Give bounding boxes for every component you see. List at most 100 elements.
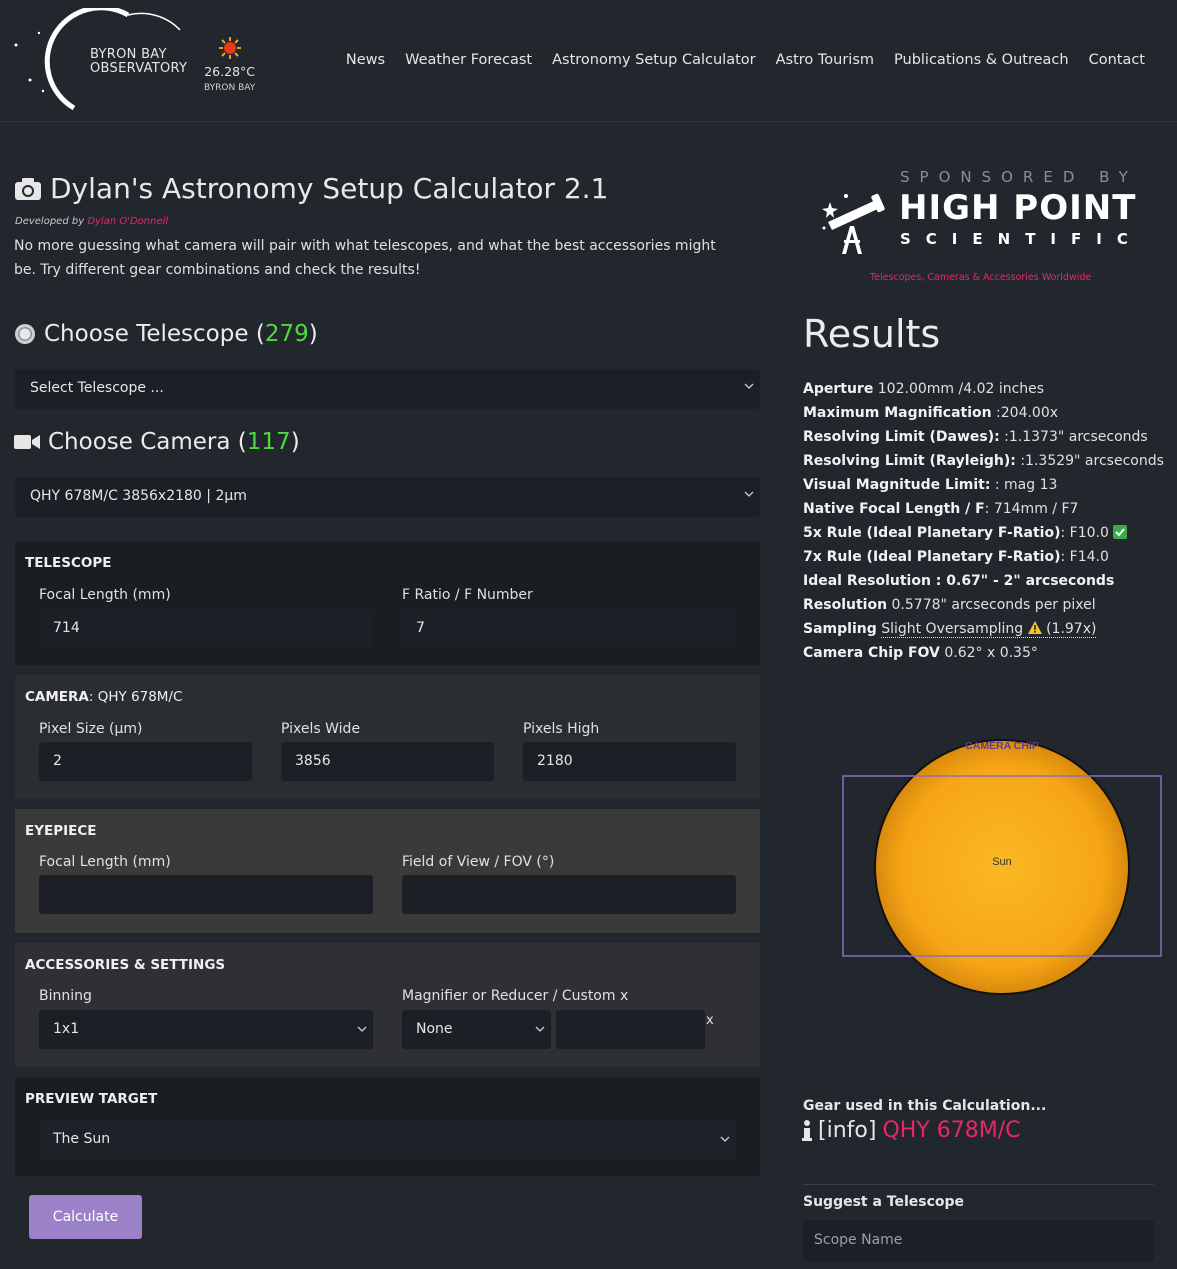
results-list: Aperture 102.00mm /4.02 inches Maximum M… (803, 377, 1164, 665)
site-header: BYRON BAY OBSERVATORY 26.28°C BYRON BAY … (0, 0, 1177, 122)
camera-paren-open: ( (237, 429, 247, 455)
binning-select[interactable]: 1x1 (39, 1010, 373, 1049)
binning-label: Binning (39, 988, 92, 1004)
telescope-select[interactable]: Select Telescope ... (15, 369, 760, 409)
developed-by-label: Developed by (15, 216, 85, 227)
telescope-panel-heading: TELESCOPE (25, 555, 112, 571)
choose-telescope-heading: Choose Telescope (279) (14, 321, 318, 347)
chevron-down-icon (357, 1026, 367, 1032)
result-ideal-resolution: Ideal Resolution : 0.67" - 2" arcseconds (803, 569, 1164, 593)
choose-camera-label: Choose Camera (117) (48, 429, 300, 455)
pixel-size-label: Pixel Size (µm) (39, 721, 143, 737)
eyepiece-fov-input[interactable] (402, 875, 736, 914)
camera-select-value: QHY 678M/C 3856x2180 | 2µm (30, 488, 247, 504)
result-value: : F14.0 (1060, 549, 1109, 565)
calculate-button[interactable]: Calculate (29, 1195, 142, 1239)
result-label: Resolving Limit (Dawes): (803, 429, 1000, 445)
fov-preview: CAMERA CHIP Sun (842, 738, 1162, 998)
camera-paren-close: ) (290, 429, 300, 455)
results-heading: Results (803, 312, 941, 356)
sun-weather-icon (218, 37, 241, 59)
pixels-wide-label: Pixels Wide (281, 721, 361, 737)
preview-target-select[interactable]: The Sun (39, 1120, 736, 1159)
info-icon (802, 1119, 812, 1141)
page-title: Dylan's Astronomy Setup Calculator 2.1 (14, 172, 608, 205)
result-native-focal-length: Native Focal Length / F: 714mm / F7 (803, 497, 1164, 521)
camera-icon (15, 177, 41, 200)
eyepiece-focal-length-input[interactable] (39, 875, 373, 914)
result-value: 0.5778" arcseconds per pixel (887, 597, 1096, 613)
gear-heading: Gear used in this Calculation... (803, 1098, 1047, 1114)
nav-publications-outreach[interactable]: Publications & Outreach (894, 52, 1069, 68)
sponsored-by-text: SPONSORED BY (900, 168, 1138, 186)
magnifier-label: Magnifier or Reducer / Custom x (402, 988, 629, 1004)
f-ratio-input[interactable]: 7 (402, 609, 736, 648)
sampling-text: Slight Oversampling (881, 621, 1024, 637)
preview-target-value: The Sun (53, 1131, 111, 1147)
pixels-high-input[interactable]: 2180 (523, 742, 736, 781)
pixels-wide-input[interactable]: 3856 (281, 742, 494, 781)
gear-info-text[interactable]: [info] (818, 1118, 876, 1143)
eyepiece-panel-heading: EYEPIECE (25, 823, 97, 839)
chevron-down-icon (535, 1026, 545, 1032)
result-value: 0.62° x 0.35° (939, 645, 1038, 661)
accessories-panel-heading: ACCESSORIES & SETTINGS (25, 957, 226, 973)
magnifier-select-value: None (416, 1021, 453, 1037)
result-label: Aperture (803, 381, 874, 397)
eyepiece-fov-label: Field of View / FOV (°) (402, 854, 555, 870)
scope-name-input[interactable]: Scope Name (803, 1220, 1154, 1262)
camera-count: 117 (246, 429, 291, 455)
fov-preview-graphic: CAMERA CHIP Sun (842, 739, 1162, 995)
weather-widget: 26.28°C BYRON BAY (204, 36, 255, 93)
main-nav: News Weather Forecast Astronomy Setup Ca… (346, 52, 1145, 68)
choose-telescope-text: Choose Telescope (44, 321, 249, 347)
result-value: :1.3529" arcseconds (1015, 453, 1164, 469)
telescope-focal-length-label: Focal Length (mm) (39, 587, 171, 603)
gear-camera-link[interactable]: QHY 678M/C (882, 1118, 1020, 1143)
nav-contact[interactable]: Contact (1089, 52, 1145, 68)
author-link[interactable]: Dylan O'Donnell (87, 216, 168, 227)
developer-credit: Developed by Dylan O'Donnell (15, 216, 168, 227)
preview-target-panel: PREVIEW TARGET The Sun (15, 1077, 760, 1176)
telescope-focal-length-input[interactable]: 714 (39, 609, 373, 648)
telescope-paren-close: ) (308, 321, 318, 347)
weather-temperature: 26.28°C (204, 64, 255, 79)
camera-panel-heading: CAMERA: QHY 678M/C (25, 689, 182, 705)
page-title-text: Dylan's Astronomy Setup Calculator 2.1 (50, 172, 609, 205)
camera-panel-model: : QHY 678M/C (88, 689, 183, 705)
nav-news[interactable]: News (346, 52, 385, 68)
camera-select[interactable]: QHY 678M/C 3856x2180 | 2µm (15, 477, 760, 517)
sampling-tooltip[interactable]: Slight Oversampling (1.97x) (881, 621, 1097, 638)
result-label: Maximum Magnification (803, 405, 992, 421)
target-label: Sun (992, 856, 1012, 868)
result-7x-rule: 7x Rule (Ideal Planetary F-Ratio): F14.0 (803, 545, 1164, 569)
sampling-ratio: (1.97x) (1041, 621, 1097, 637)
camera-panel-heading-text: CAMERA (25, 689, 89, 705)
nav-astro-tourism[interactable]: Astro Tourism (776, 52, 874, 68)
result-sampling: Sampling Slight Oversampling (1.97x) (803, 617, 1164, 641)
divider (803, 1184, 1154, 1185)
result-value: 102.00mm /4.02 inches (873, 381, 1045, 397)
result-max-magnification: Maximum Magnification :204.00x (803, 401, 1164, 425)
result-value: : mag 13 (990, 477, 1058, 493)
nav-astronomy-setup-calculator[interactable]: Astronomy Setup Calculator (552, 52, 756, 68)
result-rayleigh: Resolving Limit (Rayleigh): :1.3529" arc… (803, 449, 1164, 473)
result-camera-chip-fov: Camera Chip FOV 0.62° x 0.35° (803, 641, 1164, 665)
preview-target-heading: PREVIEW TARGET (25, 1091, 158, 1107)
telescope-paren-open: ( (255, 321, 265, 347)
nav-weather-forecast[interactable]: Weather Forecast (405, 52, 532, 68)
magnifier-select[interactable]: None (402, 1010, 551, 1049)
result-label: 5x Rule (Ideal Planetary F-Ratio) (803, 525, 1061, 541)
sponsor-banner[interactable]: SPONSORED BY HIGH POINT SCIENTIFIC Teles… (818, 168, 1138, 286)
result-label: Sampling (803, 621, 877, 637)
result-value: :204.00x (991, 405, 1059, 421)
sponsor-tagline: Telescopes, Cameras & Accessories Worldw… (870, 272, 1092, 283)
video-camera-icon (14, 435, 40, 449)
result-label: Camera Chip FOV (803, 645, 940, 661)
custom-x-suffix: x (706, 1013, 714, 1028)
logo-line-2: OBSERVATORY (90, 61, 188, 76)
pixel-size-input[interactable]: 2 (39, 742, 252, 781)
custom-multiplier-input[interactable] (556, 1010, 705, 1049)
eyepiece-focal-length-label: Focal Length (mm) (39, 854, 171, 870)
result-value: : F10.0 (1060, 525, 1109, 541)
